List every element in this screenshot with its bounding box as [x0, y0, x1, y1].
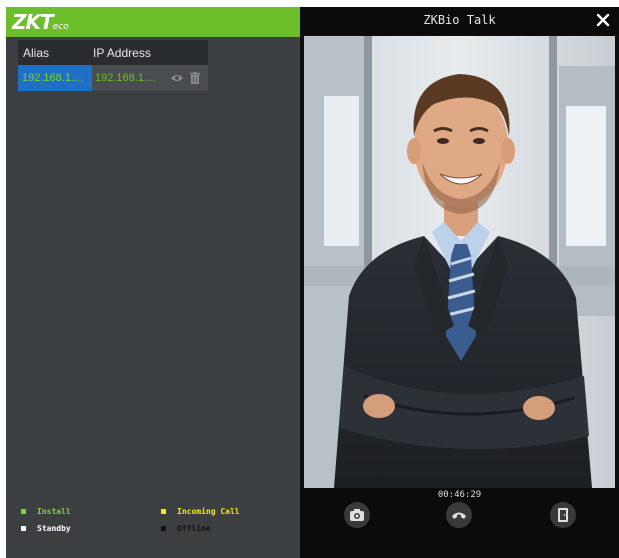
legend-item-standby: Standby [21, 524, 71, 533]
title-bar: ZKBio Talk [300, 7, 619, 35]
talk-window: ZKBio Talk 00:46:29 [300, 7, 619, 558]
column-header-alias: Alias [23, 45, 50, 60]
status-dot-icon [161, 509, 166, 514]
video-feed [304, 36, 615, 488]
legend-item-offline: Offline [161, 524, 211, 533]
close-icon[interactable] [593, 9, 613, 31]
table-row[interactable]: 192.168.1.... 192.168.1.... [18, 65, 208, 91]
status-legend: Install Incoming Call Standby Offline [6, 497, 300, 557]
device-ip-cell[interactable]: 192.168.1.... [92, 72, 168, 84]
legend-item-incoming-call: Incoming Call [161, 507, 240, 516]
zkteco-logo: ZKTeco [12, 10, 69, 34]
header-bar: ZKTeco [6, 7, 300, 37]
device-table: Alias IP Address 192.168.1.... 192.168.1… [18, 40, 208, 91]
status-dot-icon [161, 526, 166, 531]
device-list-panel: ZKTeco Alias IP Address 192.168.1.... 19… [6, 7, 300, 558]
call-timer: 00:46:29 [437, 490, 482, 500]
status-dot-icon [21, 526, 26, 531]
device-alias-cell[interactable]: 192.168.1.... [18, 65, 92, 91]
call-controls: 00:46:29 [300, 488, 619, 558]
window-title: ZKBio Talk [423, 13, 496, 27]
eye-icon[interactable] [168, 69, 186, 87]
trash-icon[interactable] [186, 69, 204, 87]
table-header: Alias IP Address [18, 40, 208, 65]
door-icon[interactable] [550, 502, 576, 528]
legend-item-install: Install [21, 507, 71, 516]
camera-icon[interactable] [344, 502, 370, 528]
column-header-ip-address: IP Address [93, 45, 151, 60]
status-dot-icon [21, 509, 26, 514]
hangup-icon[interactable] [446, 502, 472, 528]
